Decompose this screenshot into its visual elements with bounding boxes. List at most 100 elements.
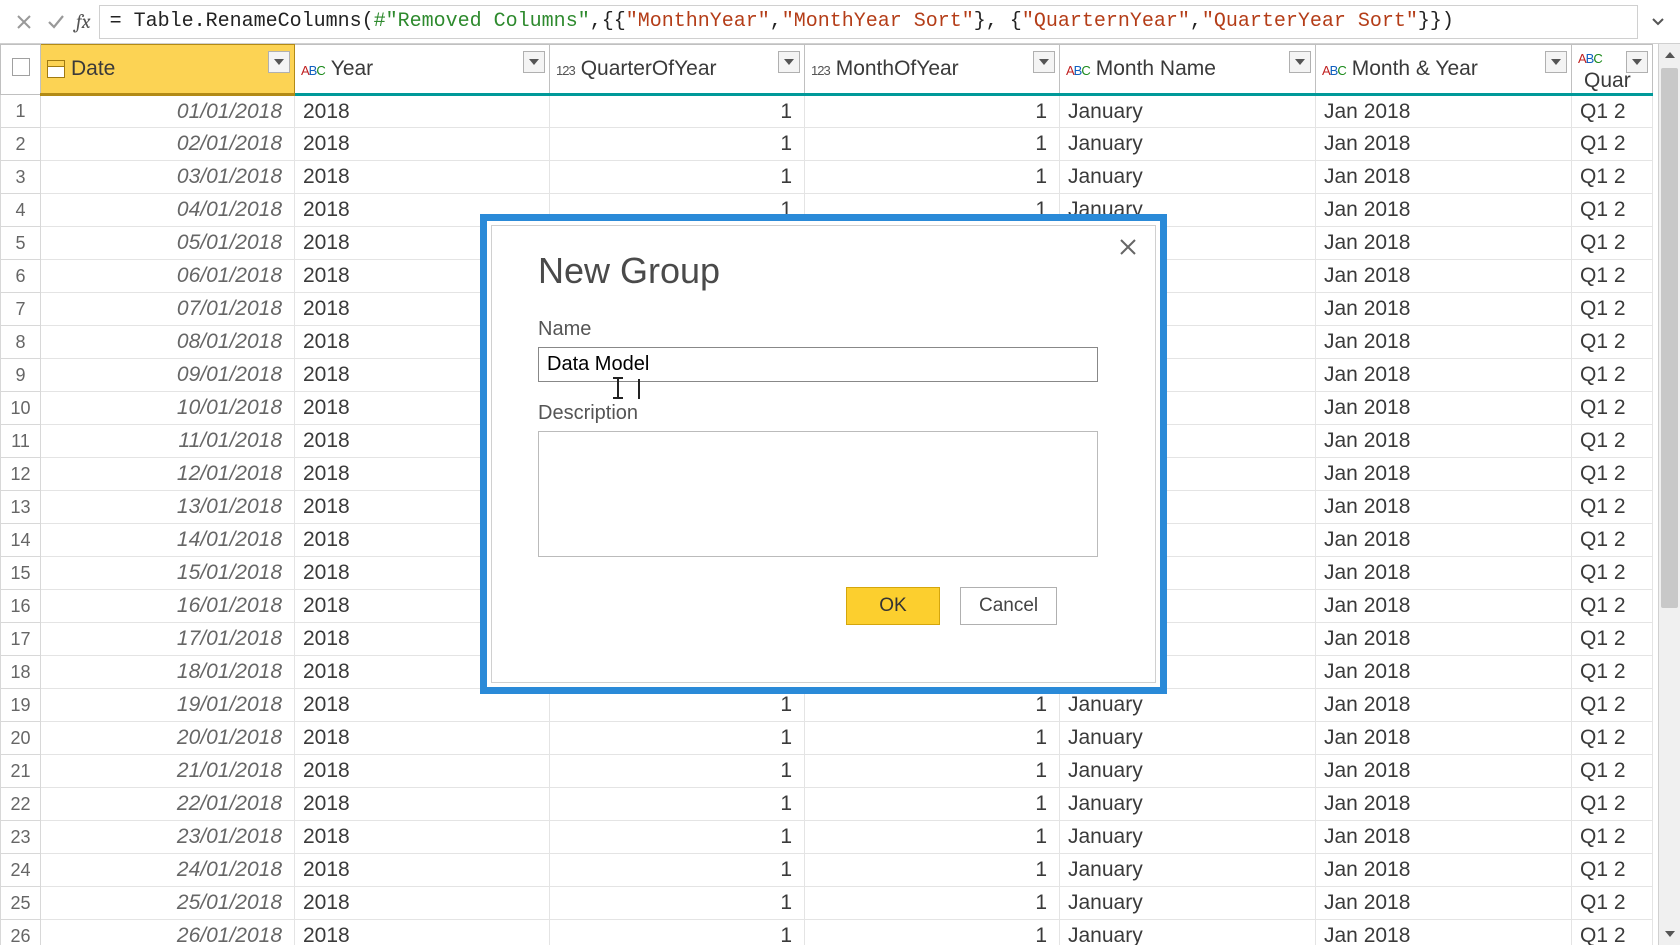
row-number[interactable]: 16	[1, 590, 41, 623]
cell-month-of-year[interactable]: 1	[805, 722, 1060, 755]
scrollbar-thumb[interactable]	[1661, 68, 1678, 608]
cell-date[interactable]: 16/01/2018	[41, 590, 295, 623]
column-filter-dropdown[interactable]	[268, 51, 290, 73]
row-number[interactable]: 20	[1, 722, 41, 755]
cell-date[interactable]: 03/01/2018	[41, 161, 295, 194]
row-number[interactable]: 9	[1, 359, 41, 392]
cell-month-of-year[interactable]: 1	[805, 128, 1060, 161]
select-all-corner[interactable]	[1, 45, 41, 95]
cancel-formula-icon[interactable]	[10, 8, 38, 36]
cell-month-name[interactable]: January	[1060, 887, 1316, 920]
cell-month-year[interactable]: Jan 2018	[1316, 920, 1572, 945]
cell-month-name[interactable]: January	[1060, 920, 1316, 945]
table-row[interactable]: 2323/01/2018201811JanuaryJan 2018Q1 2	[1, 821, 1653, 854]
row-number[interactable]: 19	[1, 689, 41, 722]
row-number[interactable]: 4	[1, 194, 41, 227]
cell-month-year[interactable]: Jan 2018	[1316, 95, 1572, 128]
cell-month-year[interactable]: Jan 2018	[1316, 326, 1572, 359]
column-filter-dropdown[interactable]	[1545, 51, 1567, 73]
cell-date[interactable]: 10/01/2018	[41, 392, 295, 425]
cell-month-year[interactable]: Jan 2018	[1316, 590, 1572, 623]
cell-quarter[interactable]: Q1 2	[1572, 491, 1653, 524]
cell-month-year[interactable]: Jan 2018	[1316, 854, 1572, 887]
column-filter-dropdown[interactable]	[523, 51, 545, 73]
cell-quarter[interactable]: Q1 2	[1572, 689, 1653, 722]
cell-quarter-of-year[interactable]: 1	[550, 755, 805, 788]
cell-month-name[interactable]: January	[1060, 821, 1316, 854]
row-number[interactable]: 17	[1, 623, 41, 656]
cell-year[interactable]: 2018	[295, 128, 550, 161]
cell-quarter-of-year[interactable]: 1	[550, 821, 805, 854]
cell-month-name[interactable]: January	[1060, 854, 1316, 887]
cell-quarter[interactable]: Q1 2	[1572, 623, 1653, 656]
column-header-month-name[interactable]: ABCMonth Name	[1060, 45, 1316, 95]
cell-quarter-of-year[interactable]: 1	[550, 788, 805, 821]
cell-quarter[interactable]: Q1 2	[1572, 227, 1653, 260]
cell-month-name[interactable]: January	[1060, 722, 1316, 755]
cell-quarter[interactable]: Q1 2	[1572, 326, 1653, 359]
cell-month-of-year[interactable]: 1	[805, 854, 1060, 887]
cell-date[interactable]: 26/01/2018	[41, 920, 295, 945]
table-row[interactable]: 2424/01/2018201811JanuaryJan 2018Q1 2	[1, 854, 1653, 887]
description-input[interactable]	[538, 431, 1098, 557]
table-row[interactable]: 101/01/2018201811JanuaryJan 2018Q1 2	[1, 95, 1653, 128]
cell-date[interactable]: 14/01/2018	[41, 524, 295, 557]
cell-date[interactable]: 15/01/2018	[41, 557, 295, 590]
cancel-button[interactable]: Cancel	[960, 587, 1057, 625]
cell-month-of-year[interactable]: 1	[805, 161, 1060, 194]
cell-quarter-of-year[interactable]: 1	[550, 920, 805, 945]
cell-month-year[interactable]: Jan 2018	[1316, 491, 1572, 524]
cell-date[interactable]: 19/01/2018	[41, 689, 295, 722]
cell-year[interactable]: 2018	[295, 821, 550, 854]
column-header-quarterofyear[interactable]: 123QuarterOfYear	[550, 45, 805, 95]
cell-date[interactable]: 17/01/2018	[41, 623, 295, 656]
cell-month-year[interactable]: Jan 2018	[1316, 392, 1572, 425]
cell-quarter[interactable]: Q1 2	[1572, 359, 1653, 392]
cell-date[interactable]: 07/01/2018	[41, 293, 295, 326]
vertical-scrollbar[interactable]	[1658, 44, 1680, 945]
cell-month-year[interactable]: Jan 2018	[1316, 194, 1572, 227]
cell-month-year[interactable]: Jan 2018	[1316, 128, 1572, 161]
cell-quarter[interactable]: Q1 2	[1572, 854, 1653, 887]
table-row[interactable]: 202/01/2018201811JanuaryJan 2018Q1 2	[1, 128, 1653, 161]
table-row[interactable]: 2222/01/2018201811JanuaryJan 2018Q1 2	[1, 788, 1653, 821]
cell-month-year[interactable]: Jan 2018	[1316, 557, 1572, 590]
ok-button[interactable]: OK	[846, 587, 940, 625]
cell-date[interactable]: 04/01/2018	[41, 194, 295, 227]
cell-month-of-year[interactable]: 1	[805, 821, 1060, 854]
cell-month-name[interactable]: January	[1060, 755, 1316, 788]
cell-year[interactable]: 2018	[295, 755, 550, 788]
cell-quarter[interactable]: Q1 2	[1572, 128, 1653, 161]
cell-date[interactable]: 12/01/2018	[41, 458, 295, 491]
cell-month-year[interactable]: Jan 2018	[1316, 755, 1572, 788]
cell-quarter[interactable]: Q1 2	[1572, 557, 1653, 590]
table-row[interactable]: 2020/01/2018201811JanuaryJan 2018Q1 2	[1, 722, 1653, 755]
cell-month-year[interactable]: Jan 2018	[1316, 425, 1572, 458]
cell-month-name[interactable]: January	[1060, 95, 1316, 128]
cell-month-year[interactable]: Jan 2018	[1316, 623, 1572, 656]
cell-quarter[interactable]: Q1 2	[1572, 392, 1653, 425]
cell-quarter[interactable]: Q1 2	[1572, 788, 1653, 821]
row-number[interactable]: 24	[1, 854, 41, 887]
formula-expand-icon[interactable]	[1644, 8, 1672, 36]
cell-quarter[interactable]: Q1 2	[1572, 194, 1653, 227]
row-number[interactable]: 1	[1, 95, 41, 128]
row-number[interactable]: 23	[1, 821, 41, 854]
table-row[interactable]: 2121/01/2018201811JanuaryJan 2018Q1 2	[1, 755, 1653, 788]
cell-quarter-of-year[interactable]: 1	[550, 95, 805, 128]
cell-month-of-year[interactable]: 1	[805, 755, 1060, 788]
cell-date[interactable]: 20/01/2018	[41, 722, 295, 755]
cell-month-name[interactable]: January	[1060, 161, 1316, 194]
cell-month-year[interactable]: Jan 2018	[1316, 227, 1572, 260]
cell-date[interactable]: 06/01/2018	[41, 260, 295, 293]
cell-month-year[interactable]: Jan 2018	[1316, 260, 1572, 293]
cell-month-of-year[interactable]: 1	[805, 920, 1060, 945]
scroll-up-icon[interactable]	[1659, 44, 1680, 66]
row-number[interactable]: 15	[1, 557, 41, 590]
cell-quarter[interactable]: Q1 2	[1572, 425, 1653, 458]
row-number[interactable]: 25	[1, 887, 41, 920]
column-header-quar[interactable]: ABCQuar	[1572, 45, 1653, 95]
column-filter-dropdown[interactable]	[1289, 51, 1311, 73]
row-number[interactable]: 13	[1, 491, 41, 524]
row-number[interactable]: 3	[1, 161, 41, 194]
